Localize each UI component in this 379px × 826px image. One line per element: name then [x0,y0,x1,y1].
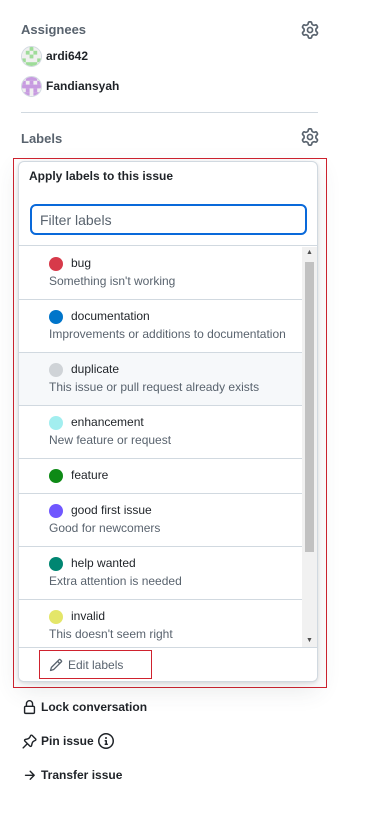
label-name: enhancement [71,415,144,429]
label-item-bug[interactable]: bug Something isn't working [19,247,302,300]
transfer-issue-button[interactable]: Transfer issue [22,765,122,785]
scroll-down-arrow-icon[interactable]: ▼ [302,635,317,647]
avatar [21,45,42,67]
label-item-help-wanted[interactable]: help wanted Extra attention is needed [19,547,302,600]
label-description: This issue or pull request already exist… [49,380,260,394]
assignee-name: Fandiansyah [46,79,120,93]
label-name: documentation [71,309,150,323]
label-color-dot [49,363,63,377]
label-color-dot [49,504,63,518]
lock-conversation-button[interactable]: Lock conversation [22,697,147,717]
scrollbar-thumb[interactable] [305,262,314,552]
label-description: Something isn't working [49,274,176,288]
label-item-documentation[interactable]: documentation Improvements or additions … [19,300,302,353]
lock-conversation-label: Lock conversation [41,700,148,714]
label-name: good first issue [71,503,152,517]
annotation-highlight-box [39,650,152,679]
label-description: New feature or request [49,433,172,447]
transfer-issue-label: Transfer issue [41,768,123,782]
label-description: Improvements or additions to documentati… [49,327,286,341]
labels-heading: Labels [21,131,63,146]
label-item-good-first-issue[interactable]: good first issue Good for newcomers [19,494,302,547]
filter-labels-input[interactable] [30,204,307,235]
pin-icon [22,733,37,749]
pin-issue-label: Pin issue [41,734,94,748]
label-name: bug [71,256,92,270]
label-item-enhancement[interactable]: enhancement New feature or request [19,406,302,459]
label-description: Good for newcomers [49,521,161,535]
label-list: bug Something isn't working documentatio… [19,247,302,647]
assignees-heading: Assignees [21,22,87,37]
label-item-invalid[interactable]: invalid This doesn't seem right [19,600,302,647]
scroll-up-arrow-icon[interactable]: ▲ [302,247,317,259]
assignee-item[interactable]: ardi642 [21,45,88,67]
labels-gear-icon[interactable] [301,128,319,146]
assignee-item[interactable]: Fandiansyah [21,75,119,97]
label-color-dot [49,610,63,624]
label-color-dot [49,469,63,483]
label-name: invalid [71,609,106,623]
label-description: Extra attention is needed [49,574,182,588]
lock-icon [23,699,36,714]
assignee-name: ardi642 [46,49,89,63]
label-item-feature[interactable]: feature [19,459,302,494]
label-name: feature [71,468,109,482]
section-divider [21,112,318,113]
assignees-gear-icon[interactable] [301,21,319,39]
label-select-menu: Apply labels to this issue bug Something… [18,161,318,682]
label-list-scrollbar[interactable]: ▲ ▼ [302,247,317,647]
avatar [21,75,42,97]
label-color-dot [49,257,63,271]
label-name: help wanted [71,556,136,570]
arrow-right-icon [24,770,35,780]
label-name: duplicate [71,362,120,376]
filter-container [19,192,317,246]
label-menu-title: Apply labels to this issue [29,169,174,183]
label-color-dot [49,557,63,571]
info-icon[interactable] [97,733,114,749]
label-color-dot [49,416,63,430]
label-description: This doesn't seem right [49,627,173,641]
label-item-duplicate[interactable]: duplicate This issue or pull request alr… [19,353,302,406]
pin-issue-button[interactable]: Pin issue [22,731,114,751]
label-color-dot [49,310,63,324]
